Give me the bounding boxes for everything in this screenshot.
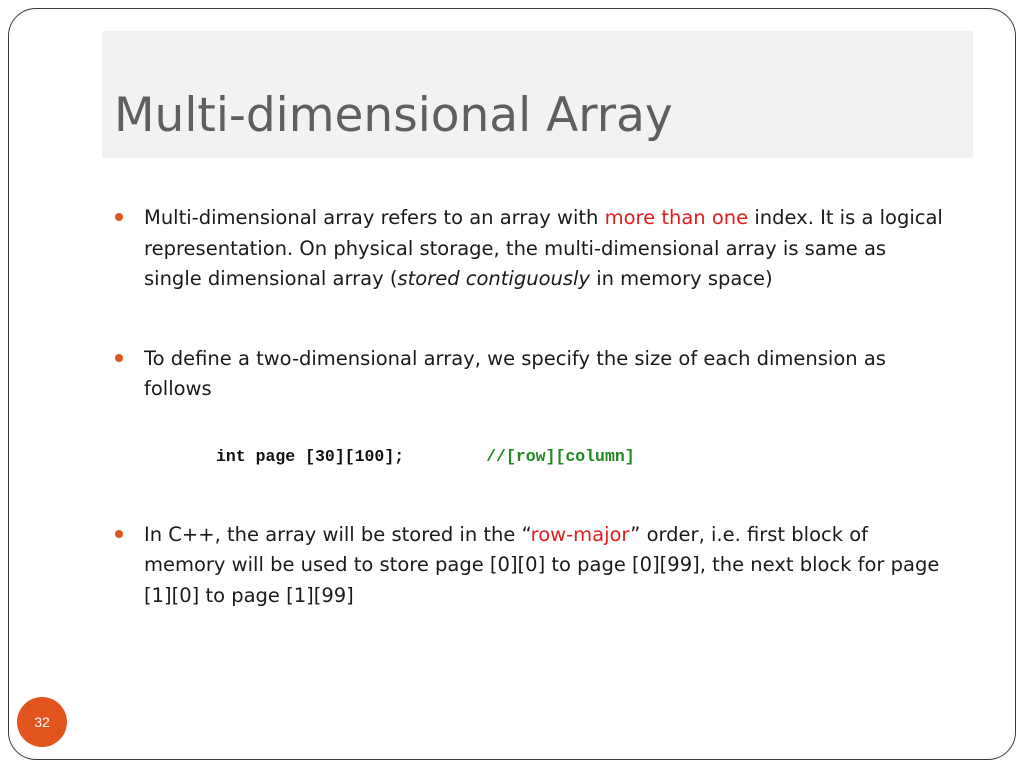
bullet-dot-icon [115, 529, 123, 538]
bullet-text: in memory space) [590, 267, 773, 290]
highlight-text: row-major [530, 522, 631, 546]
highlight-text: more than one [604, 206, 749, 229]
bullet-item-row-major: In C++, the array will be stored in the … [113, 520, 943, 612]
page-number: 32 [34, 714, 50, 730]
italic-text: stored contiguously [397, 267, 590, 290]
bullet-dot-icon [115, 213, 123, 221]
bullet-item-two-dimensional: To define a two-dimensional array, we sp… [113, 344, 943, 405]
bullet-item-definition: Multi-dimensional array refers to an arr… [113, 203, 943, 295]
bullet-text: Multi-dimensional array refers to an arr… [144, 206, 605, 229]
bullet-dot-icon [115, 353, 123, 362]
slide-content: Multi-dimensional array refers to an arr… [113, 203, 943, 611]
bullet-text: To define a two-dimensional array, we sp… [144, 346, 886, 401]
code-statement: int page [30][100]; [216, 447, 405, 466]
code-example: int page [30][100]; //[row][column] [216, 446, 635, 468]
page-number-badge: 32 [17, 697, 67, 747]
bullet-text: In C++, the array will be stored in the … [144, 522, 531, 546]
code-comment: //[row][column] [486, 447, 635, 466]
slide-title: Multi-dimensional Array [114, 88, 673, 143]
